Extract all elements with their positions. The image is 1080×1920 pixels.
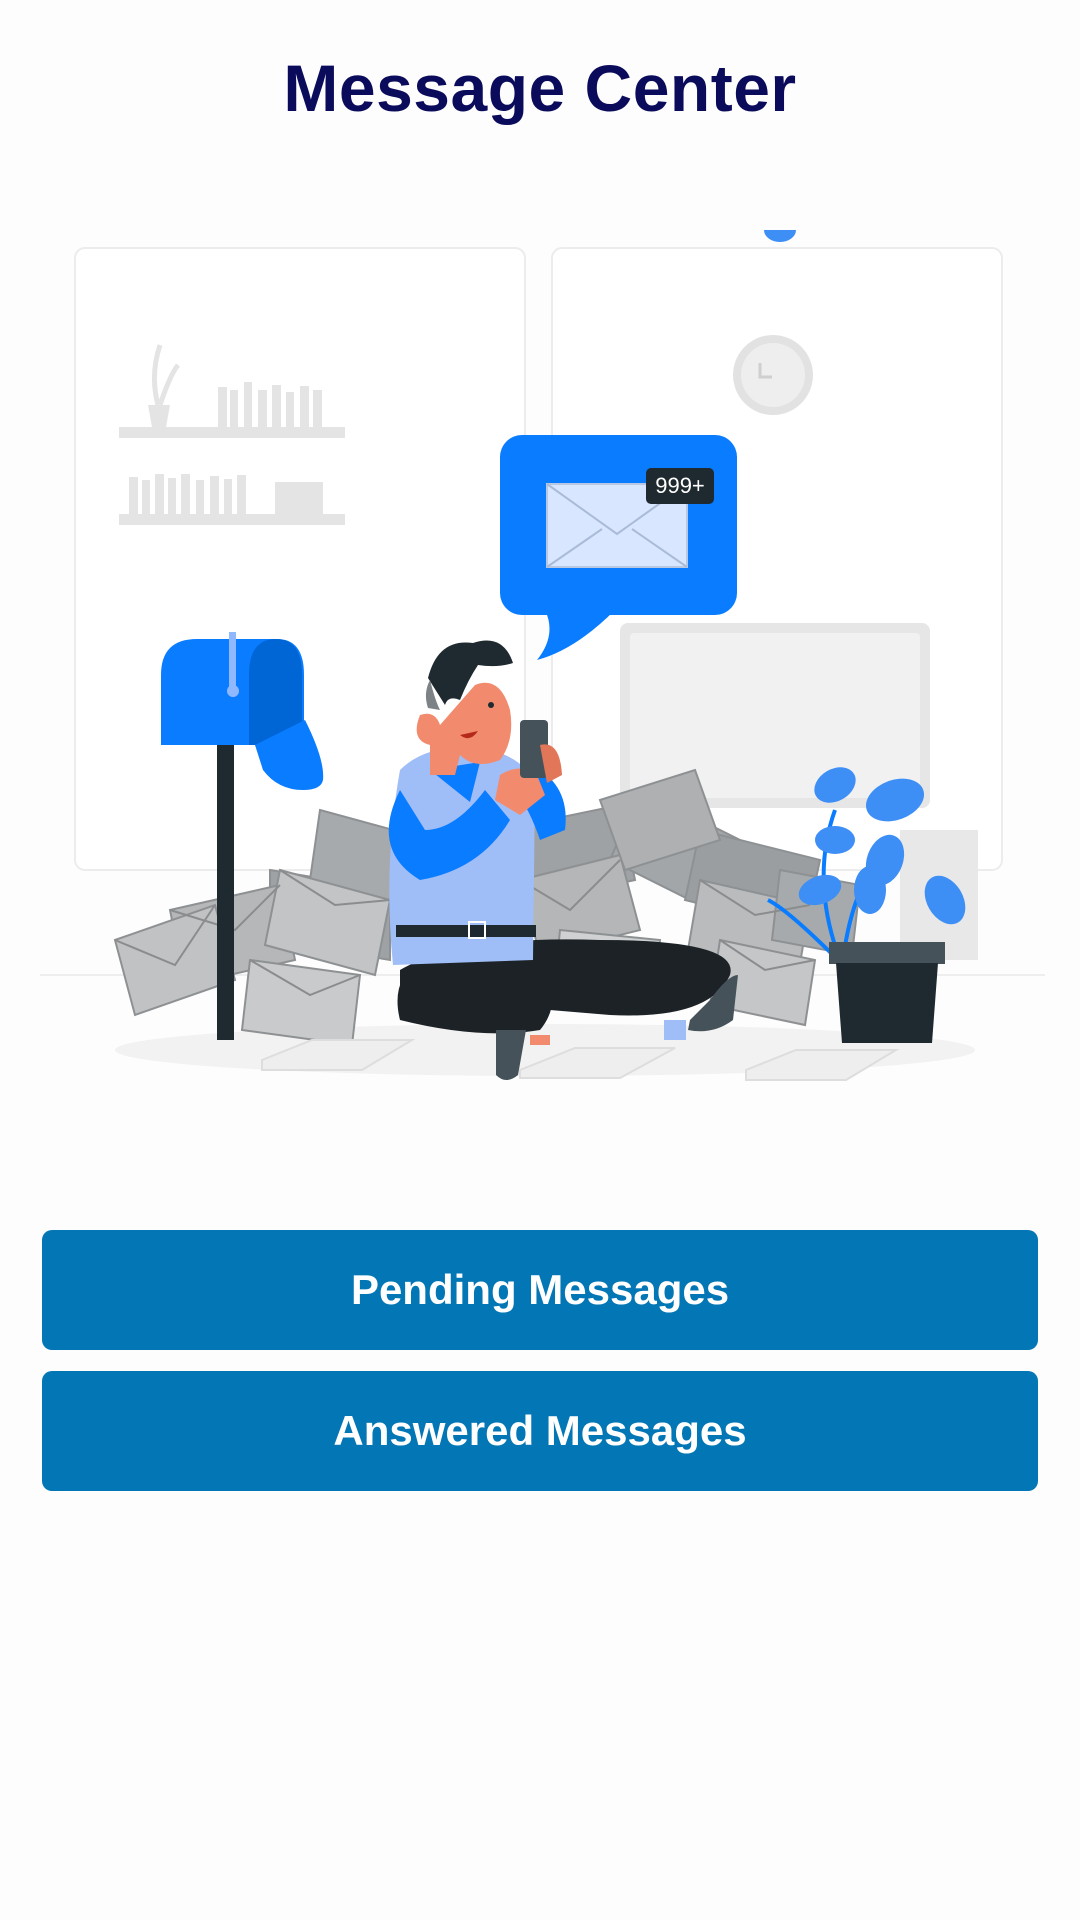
page-title: Message Center bbox=[283, 51, 797, 125]
unread-count-badge: 999+ bbox=[655, 473, 705, 498]
message-overload-illustration: 999+ bbox=[40, 230, 1045, 1081]
pending-messages-button[interactable]: Pending Messages bbox=[42, 1230, 1038, 1350]
wall-clock-icon bbox=[733, 335, 813, 415]
answered-messages-button[interactable]: Answered Messages bbox=[42, 1371, 1038, 1491]
